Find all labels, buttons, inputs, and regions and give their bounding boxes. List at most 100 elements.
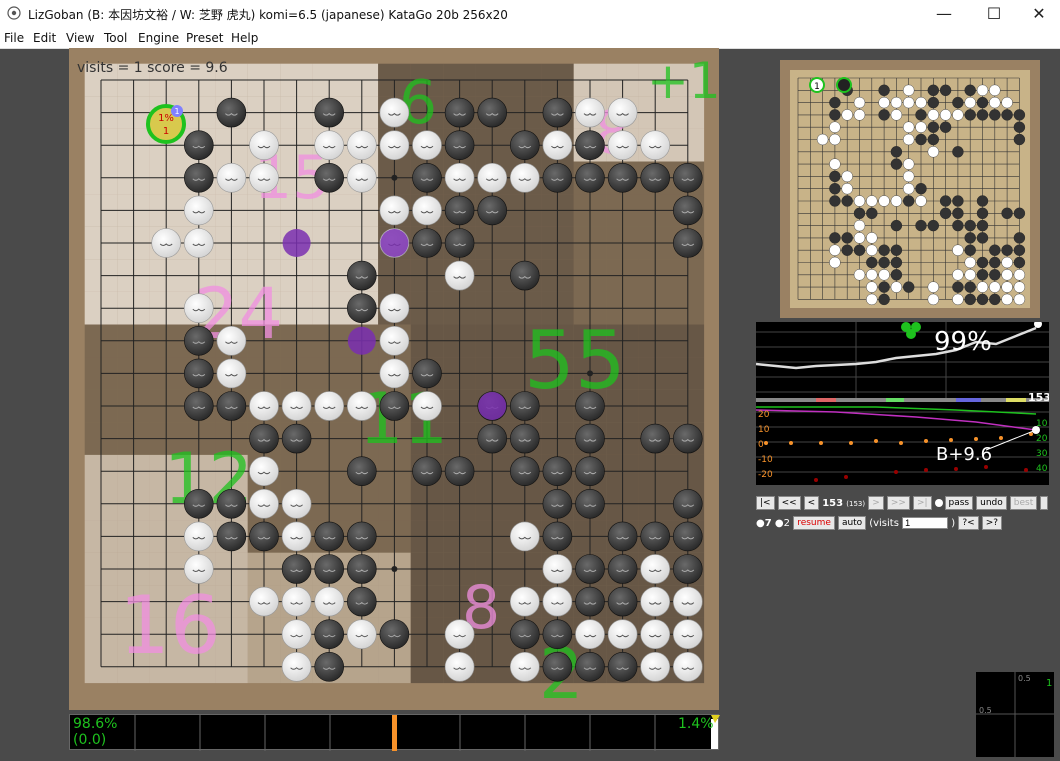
black-stone	[249, 521, 279, 552]
white-stone	[444, 260, 475, 291]
winrate-graph[interactable]: 99% 153 B+9.6 20 10 0 -10 -20 10 20 30 4…	[755, 320, 1051, 485]
graph-left-scale: -20	[758, 470, 773, 480]
white-stone	[184, 228, 214, 258]
highlighted-stone	[380, 229, 409, 257]
menu-tool[interactable]: Tool	[104, 31, 127, 45]
move-total: (153)	[846, 500, 866, 508]
black-stone	[346, 260, 377, 291]
visits-close: )	[951, 518, 956, 529]
black-stone	[216, 521, 247, 552]
white-stone	[542, 554, 573, 584]
sub-board-marker: 1	[814, 82, 820, 92]
menu-engine[interactable]: Engine	[138, 31, 179, 45]
winrate-black-pct: 98.6%	[73, 716, 118, 732]
black-stone	[542, 619, 573, 650]
pass-button[interactable]: pass	[944, 496, 974, 510]
black-stone	[575, 163, 605, 193]
black-stone	[314, 651, 345, 682]
sub-go-board[interactable]: 1	[780, 60, 1040, 318]
mini-graph-label: 0.5	[1018, 674, 1031, 683]
maximize-icon[interactable]: ☐	[971, 0, 1017, 28]
white-stone	[672, 651, 703, 682]
resume-button[interactable]: resume	[793, 516, 835, 530]
auto-button[interactable]: auto	[837, 516, 867, 530]
white-stone	[379, 130, 410, 160]
black-stone	[216, 97, 247, 128]
black-stone	[314, 163, 345, 193]
black-stone	[575, 651, 605, 682]
window-title: LizGoban (B: 本因坊文裕 / W: 芝野 虎丸) komi=6.5 …	[28, 8, 508, 22]
white-stone	[379, 195, 410, 226]
highlighted-stone	[478, 392, 507, 420]
last-move-button[interactable]: >|	[912, 496, 932, 510]
back-button[interactable]: <	[803, 496, 820, 510]
white-stone	[575, 97, 605, 128]
white-stone	[640, 130, 671, 160]
black-stone	[575, 488, 605, 519]
black-stone	[607, 163, 638, 193]
black-stone	[314, 521, 345, 552]
black-stone	[314, 97, 345, 128]
white-stone	[379, 358, 410, 389]
white-stone	[151, 228, 181, 258]
white-stone	[509, 586, 540, 617]
first-move-button[interactable]: |<	[756, 496, 775, 510]
close-icon[interactable]: ✕	[1016, 0, 1060, 28]
extra-button[interactable]	[1040, 496, 1049, 510]
white-stone	[346, 391, 377, 421]
graph-winrate-label: 99%	[934, 327, 992, 357]
white-stone	[216, 325, 247, 356]
black-stone	[444, 195, 475, 226]
white-stone	[379, 293, 410, 324]
graph-right-scale: 30	[1036, 449, 1048, 459]
black-stone	[184, 391, 214, 421]
black-stone	[542, 163, 573, 193]
minimize-icon[interactable]: —	[921, 0, 967, 28]
white-stone	[184, 521, 214, 552]
undo-button[interactable]: undo	[976, 496, 1007, 510]
menu-preset[interactable]: Preset	[186, 31, 223, 45]
black-stone	[216, 391, 247, 421]
black-stone	[281, 554, 312, 584]
question-forward-button[interactable]: >?	[981, 516, 1003, 530]
black-stone	[672, 228, 703, 258]
graph-right-scale: 40	[1036, 464, 1048, 474]
main-go-board[interactable]: 6+1815245511121682 visits = 1 score = 9.…	[69, 48, 719, 710]
menu-help[interactable]: Help	[231, 31, 258, 45]
menu-file[interactable]: File	[4, 31, 24, 45]
white-stone	[346, 130, 377, 160]
menu-edit[interactable]: Edit	[33, 31, 56, 45]
forward-10-button[interactable]: >>	[886, 496, 910, 510]
black-stone	[672, 521, 703, 552]
black-stone	[672, 488, 703, 519]
visits-input[interactable]	[902, 517, 949, 529]
white-stone	[412, 130, 442, 160]
menu-view[interactable]: View	[66, 31, 94, 45]
black-stone	[575, 456, 605, 487]
white-stone	[281, 521, 312, 552]
white-stone	[184, 195, 214, 226]
suggested-move-marker[interactable]: 1% 1 1	[146, 104, 186, 144]
white-stone	[412, 391, 442, 421]
white-stone	[607, 130, 638, 160]
white-stone	[249, 130, 279, 160]
black-stone	[184, 163, 214, 193]
winrate-white-pct: 1.4%	[678, 716, 714, 732]
black-stone	[542, 456, 573, 487]
back-10-button[interactable]: <<	[777, 496, 801, 510]
black-stone	[542, 651, 573, 682]
question-back-button[interactable]: ?<	[958, 516, 979, 530]
white-stone	[281, 586, 312, 617]
black-stone	[477, 195, 508, 226]
main-board-svg[interactable]: 6+1815245511121682 visits = 1 score = 9.…	[69, 48, 719, 710]
black-stone	[444, 228, 475, 258]
white-stone	[184, 554, 214, 584]
black-stone	[509, 619, 540, 650]
best-button[interactable]: best	[1009, 496, 1038, 510]
suggest-badge-label: 1	[174, 107, 179, 116]
white-stone	[281, 488, 312, 519]
forward-button[interactable]: >	[868, 496, 884, 510]
area-number: 11	[359, 378, 448, 460]
black-stone	[672, 423, 703, 454]
black-stone	[412, 228, 442, 258]
